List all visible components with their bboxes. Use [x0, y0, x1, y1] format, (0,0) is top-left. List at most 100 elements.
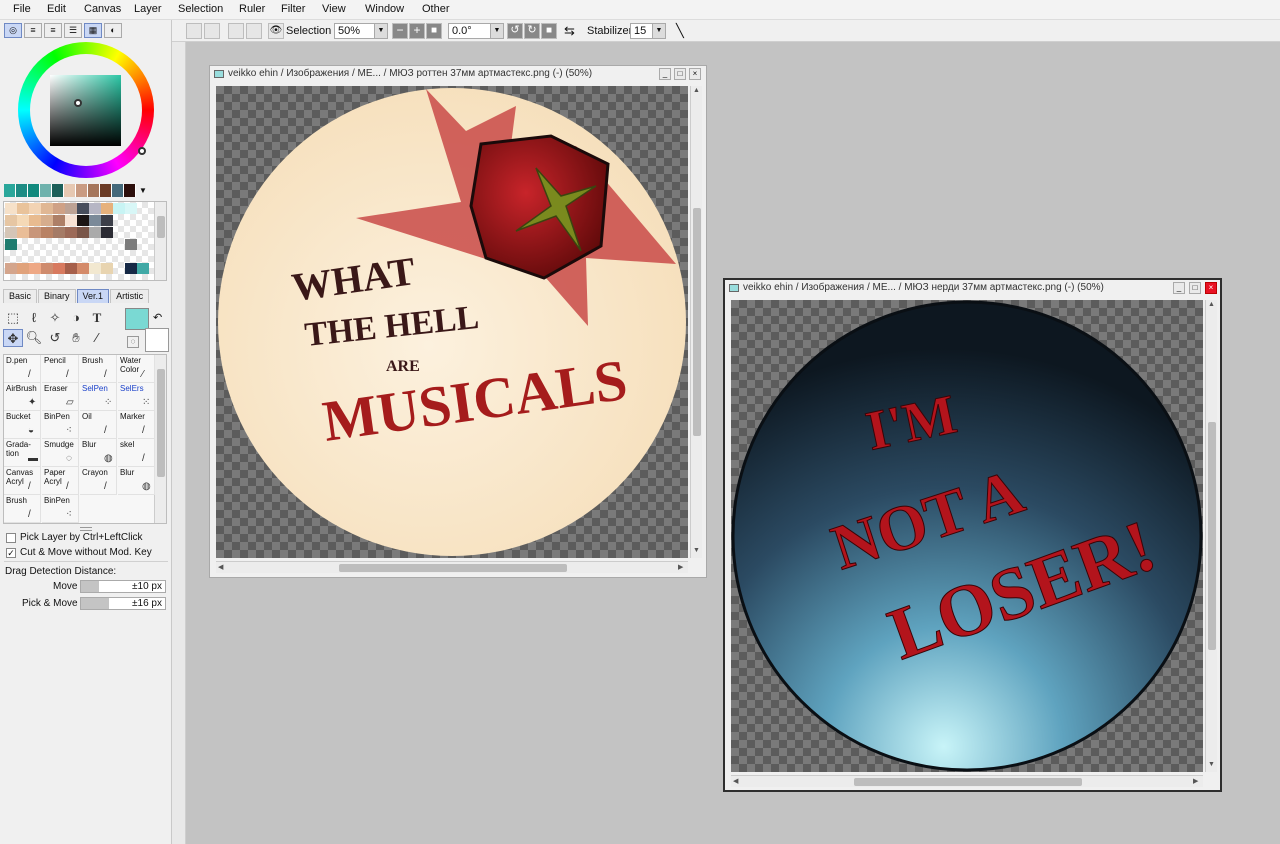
swatch[interactable]: [40, 184, 52, 197]
scratchpad-mode-icon[interactable]: ◐: [104, 23, 122, 38]
brush-grid-scrollbar[interactable]: [154, 355, 166, 523]
canvas-1[interactable]: WHAT THE HELL ARE MUSICALS: [216, 86, 688, 558]
menu-window[interactable]: Window: [365, 3, 404, 15]
rect-select-icon[interactable]: ⬚: [3, 309, 23, 327]
menu-edit[interactable]: Edit: [47, 3, 66, 15]
zoom-dropdown[interactable]: 50% ▼: [334, 23, 388, 39]
tab-basic[interactable]: Basic: [3, 289, 38, 303]
hsv-slider-mode-icon[interactable]: ≡: [44, 23, 62, 38]
hue-picker-handle[interactable]: [138, 147, 146, 155]
swatch[interactable]: [112, 184, 124, 197]
close-button[interactable]: ×: [1205, 282, 1217, 294]
rotate-left-button[interactable]: ↺: [507, 23, 523, 39]
select-all-button[interactable]: [186, 23, 202, 39]
tab-binary[interactable]: Binary: [38, 289, 76, 303]
brush-slot[interactable]: Brush /: [4, 495, 41, 523]
menu-layer[interactable]: Layer: [134, 3, 162, 15]
selection-settings-button[interactable]: [246, 23, 262, 39]
swatch[interactable]: [88, 184, 100, 197]
menu-filter[interactable]: Filter: [281, 3, 305, 15]
swatch[interactable]: [16, 184, 28, 197]
canvas-2[interactable]: I'M NOT A LOSER!: [731, 300, 1203, 772]
tab-artistic[interactable]: Artistic: [110, 289, 150, 303]
swatch-dropdown-icon[interactable]: ▼: [136, 184, 150, 197]
menu-view[interactable]: View: [322, 3, 346, 15]
maximize-button[interactable]: □: [1189, 282, 1201, 294]
window-titlebar[interactable]: veikko ehin / Изображения / МЕ... / МЮЗ …: [725, 280, 1220, 296]
minimize-button[interactable]: _: [659, 68, 671, 80]
menu-canvas[interactable]: Canvas: [84, 3, 121, 15]
rotation-dropdown[interactable]: 0.0° ▼: [448, 23, 504, 39]
invert-selection-button[interactable]: [228, 23, 244, 39]
swatch[interactable]: [52, 184, 64, 197]
transparent-color-icon[interactable]: ◌: [127, 336, 139, 348]
zoom-in-button[interactable]: +: [409, 23, 425, 39]
text-tool-icon[interactable]: T: [87, 309, 107, 327]
eyedropper-icon[interactable]: ⁄: [87, 329, 107, 347]
brush-slot[interactable]: Smudge ◌: [42, 439, 79, 467]
brush-slot[interactable]: SelPen ⁘: [80, 383, 117, 411]
swatch[interactable]: [76, 184, 88, 197]
pick-layer-checkbox[interactable]: [6, 532, 16, 543]
color-palette[interactable]: [3, 201, 167, 281]
zoom-reset-button[interactable]: ■: [426, 23, 442, 39]
brush-slot[interactable]: Marker /: [118, 411, 155, 439]
tab-ver1[interactable]: Ver.1: [76, 289, 110, 303]
eye-icon[interactable]: 👁︎: [268, 23, 284, 39]
brush-slot[interactable]: BinPen ⁖: [42, 495, 79, 523]
deselect-button[interactable]: [204, 23, 220, 39]
lasso-icon[interactable]: ℓ: [24, 309, 44, 327]
pick-layer-option[interactable]: Pick Layer by Ctrl+LeftClick: [6, 532, 143, 543]
brush-slot[interactable]: BinPen ⁖: [42, 411, 79, 439]
brush-slot[interactable]: Water Color ⁄: [118, 355, 155, 383]
brush-slot[interactable]: Canvas Acryl /: [4, 467, 41, 495]
menu-other[interactable]: Other: [422, 3, 450, 15]
minimize-button[interactable]: _: [1173, 282, 1185, 294]
cut-move-checkbox[interactable]: ✓: [6, 547, 16, 558]
maximize-button[interactable]: □: [674, 68, 686, 80]
cut-move-option[interactable]: ✓ Cut & Move without Mod. Key: [6, 547, 152, 558]
close-button[interactable]: ×: [689, 68, 701, 80]
brush-slot[interactable]: Pencil /: [42, 355, 79, 383]
move-distance-slider[interactable]: ±10 px: [80, 580, 166, 593]
rotate-reset-button[interactable]: ■: [541, 23, 557, 39]
menu-selection[interactable]: Selection: [178, 3, 223, 15]
saturation-value-square[interactable]: [50, 75, 121, 146]
zoom-tool-icon[interactable]: 🔍︎: [24, 329, 44, 347]
color-wheel[interactable]: [18, 42, 154, 178]
brush-slot[interactable]: Bucket ◒: [4, 411, 41, 439]
hand-tool-icon[interactable]: ✋︎: [66, 329, 86, 347]
horizontal-scrollbar[interactable]: ◀ ▶: [731, 775, 1203, 787]
menu-file[interactable]: File: [13, 3, 31, 15]
swatch[interactable]: [28, 184, 40, 197]
horizontal-scrollbar[interactable]: ◀ ▶: [216, 561, 688, 573]
brush-slot[interactable]: SelErs ⁙: [118, 383, 155, 411]
palette-mode-icon[interactable]: ▦: [84, 23, 102, 38]
brush-slot[interactable]: Paper Acryl /: [42, 467, 79, 495]
swatch[interactable]: [64, 184, 76, 197]
brush-slot[interactable]: Grada-tion ▬: [4, 439, 41, 467]
vertical-scrollbar[interactable]: ▲ ▼: [690, 86, 702, 558]
line-tool-icon[interactable]: ╲: [676, 23, 684, 39]
brush-slot[interactable]: AirBrush ✦: [4, 383, 41, 411]
brush-slot[interactable]: Blur ◍: [118, 467, 155, 495]
foreground-color[interactable]: [125, 308, 149, 330]
brush-slot[interactable]: skel /: [118, 439, 155, 467]
brush-slot[interactable]: Oil /: [80, 411, 117, 439]
background-color[interactable]: [145, 328, 169, 352]
sv-picker-handle[interactable]: [74, 99, 82, 107]
panel-splitter[interactable]: [80, 527, 92, 531]
brush-slot[interactable]: Brush /: [80, 355, 117, 383]
pick-move-distance-slider[interactable]: ±16 px: [80, 597, 166, 610]
rgb-slider-mode-icon[interactable]: ≡: [24, 23, 42, 38]
swatch[interactable]: [4, 184, 16, 197]
swatch-list-mode-icon[interactable]: ☰: [64, 23, 82, 38]
swap-colors-icon[interactable]: ↶: [153, 311, 162, 324]
flip-horizontal-icon[interactable]: ⇆: [564, 23, 575, 39]
brush-slot[interactable]: D.pen /: [4, 355, 41, 383]
menu-ruler[interactable]: Ruler: [239, 3, 265, 15]
brush-slot[interactable]: Eraser ▱: [42, 383, 79, 411]
color-wheel-mode-icon[interactable]: ◎: [4, 23, 22, 38]
shape-icon[interactable]: ◑: [66, 309, 86, 327]
zoom-out-button[interactable]: −: [392, 23, 408, 39]
